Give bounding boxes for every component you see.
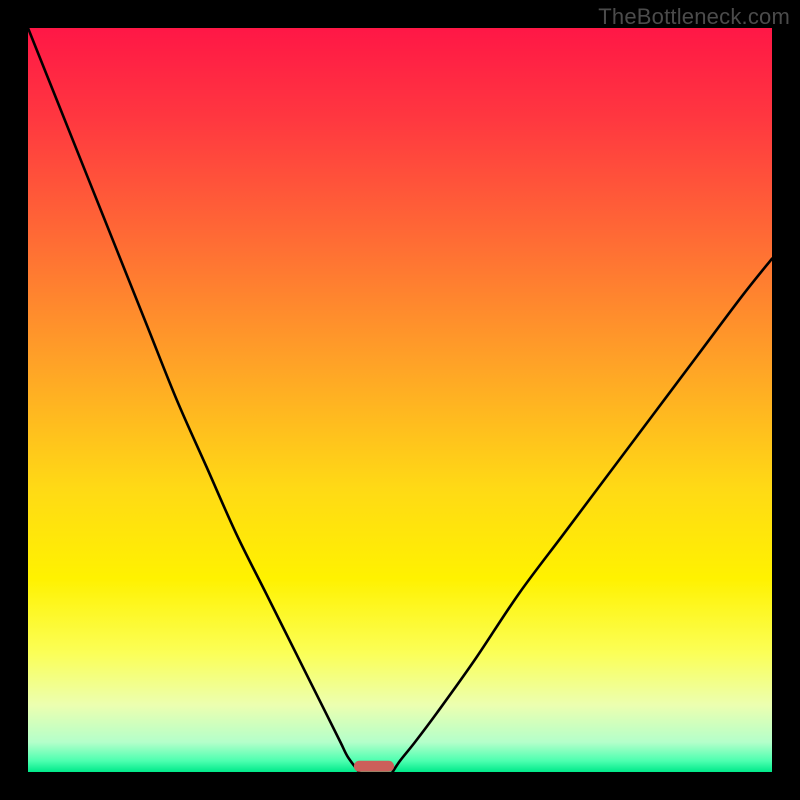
watermark-text: TheBottleneck.com (598, 4, 790, 30)
optimal-marker (354, 761, 394, 772)
gradient-background (28, 28, 772, 772)
bottleneck-chart (28, 28, 772, 772)
plot-area (28, 28, 772, 772)
chart-frame: TheBottleneck.com (0, 0, 800, 800)
